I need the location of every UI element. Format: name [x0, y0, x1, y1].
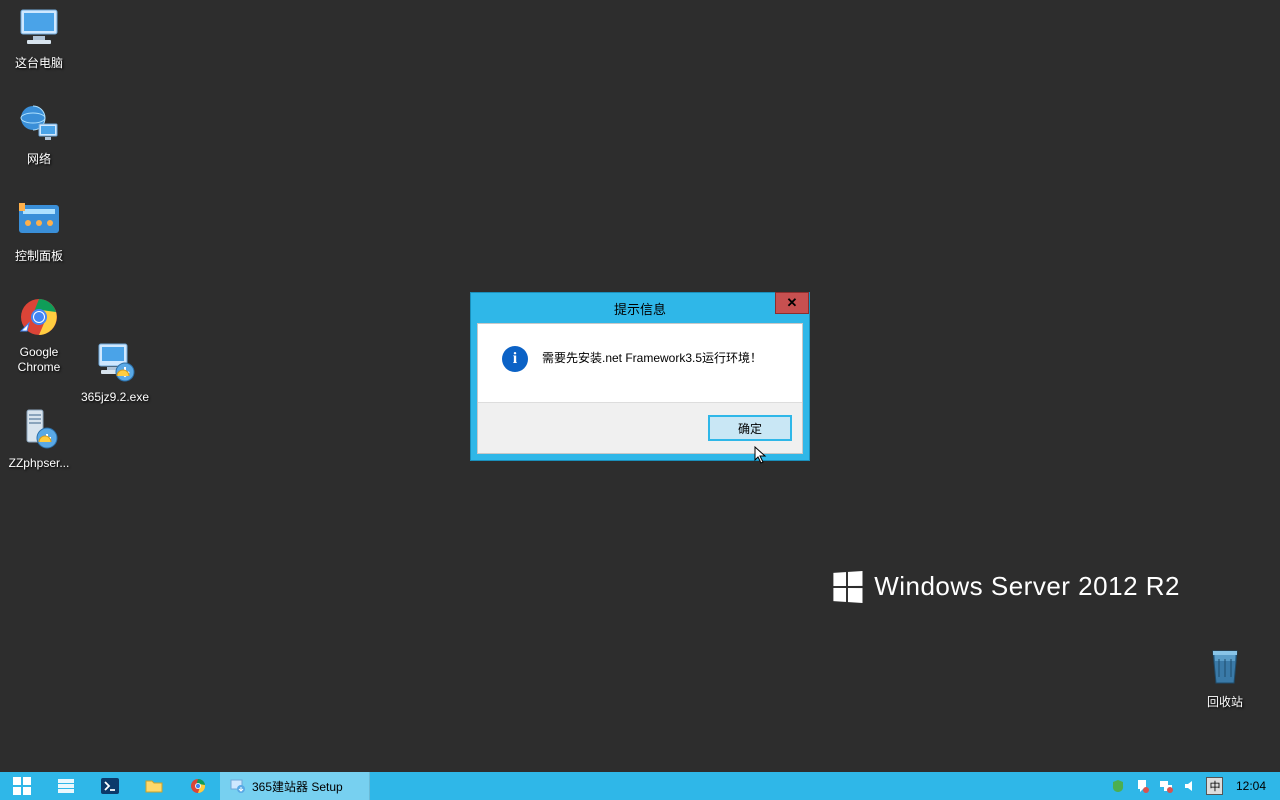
- desktop-icon-label: Google Chrome: [18, 345, 61, 374]
- info-icon: i: [502, 346, 528, 372]
- recycle-bin-icon: [1201, 641, 1249, 689]
- windows-logo-icon: [834, 570, 863, 602]
- taskbar-server-manager[interactable]: [44, 772, 88, 800]
- powershell-icon: [101, 778, 119, 794]
- chrome-icon: [15, 293, 63, 341]
- task-label: 365建站器 Setup: [252, 778, 343, 795]
- network-icon: [15, 100, 63, 148]
- installer-icon: [91, 338, 139, 386]
- server-manager-icon: [57, 778, 75, 794]
- taskbar-clock[interactable]: 12:04: [1232, 779, 1270, 793]
- close-icon: ✕: [787, 295, 798, 311]
- tray-action-center-icon[interactable]: [1134, 778, 1150, 794]
- control-panel-icon: [15, 197, 63, 245]
- watermark-text: Windows Server 2012 R2: [874, 571, 1180, 602]
- dialog-close-button[interactable]: ✕: [775, 292, 809, 314]
- desktop-icon-label: 回收站: [1207, 693, 1243, 710]
- dialog-title: 提示信息: [614, 299, 666, 318]
- os-watermark: Windows Server 2012 R2: [832, 571, 1180, 602]
- desktop-icon-label: 365jz9.2.exe: [81, 390, 149, 404]
- computer-icon: [15, 4, 63, 52]
- tray-security-icon[interactable]: [1110, 778, 1126, 794]
- installer-icon: [230, 778, 246, 794]
- tray-network-icon[interactable]: [1158, 778, 1174, 794]
- desktop-icon-label: 控制面板: [15, 249, 63, 263]
- desktop-icon-control-panel[interactable]: 控制面板: [4, 197, 74, 263]
- tray-volume-icon[interactable]: [1182, 778, 1198, 794]
- message-dialog: 提示信息 ✕ i 需要先安装.net Framework3.5运行环境！ 确定: [470, 292, 810, 461]
- folder-icon: [145, 778, 163, 794]
- chrome-icon: [190, 778, 206, 794]
- tray-ime-icon[interactable]: 中: [1206, 778, 1224, 794]
- dialog-message: 需要先安装.net Framework3.5运行环境！: [542, 346, 782, 367]
- desktop-icon-label: ZZphpser...: [9, 456, 70, 470]
- desktop-icon-network[interactable]: 网络: [4, 100, 74, 166]
- taskbar-task-365setup[interactable]: 365建站器 Setup: [220, 772, 370, 800]
- ok-button[interactable]: 确定: [708, 415, 792, 441]
- desktop-icon-label: 这台电脑: [15, 56, 63, 70]
- desktop-icon-recycle-bin[interactable]: 回收站: [1190, 641, 1260, 710]
- taskbar-chrome[interactable]: [176, 772, 220, 800]
- desktop-icon-365exe[interactable]: 365jz9.2.exe: [80, 338, 150, 404]
- server-icon: [15, 404, 63, 452]
- dialog-titlebar[interactable]: 提示信息 ✕: [471, 293, 809, 323]
- system-tray: 中 12:04: [1100, 772, 1280, 800]
- taskbar-powershell[interactable]: [88, 772, 132, 800]
- windows-logo-icon: [13, 777, 31, 795]
- desktop-icon-chrome[interactable]: Google Chrome: [4, 293, 74, 374]
- desktop-icon-zzphp[interactable]: ZZphpser...: [4, 404, 74, 470]
- taskbar-explorer[interactable]: [132, 772, 176, 800]
- dialog-footer: 确定: [478, 402, 802, 453]
- start-button[interactable]: [0, 772, 44, 800]
- taskbar: 365建站器 Setup 中 12:04: [0, 772, 1280, 800]
- desktop-icon-label: 网络: [27, 152, 51, 166]
- desktop-icon-this-pc[interactable]: 这台电脑: [4, 4, 74, 70]
